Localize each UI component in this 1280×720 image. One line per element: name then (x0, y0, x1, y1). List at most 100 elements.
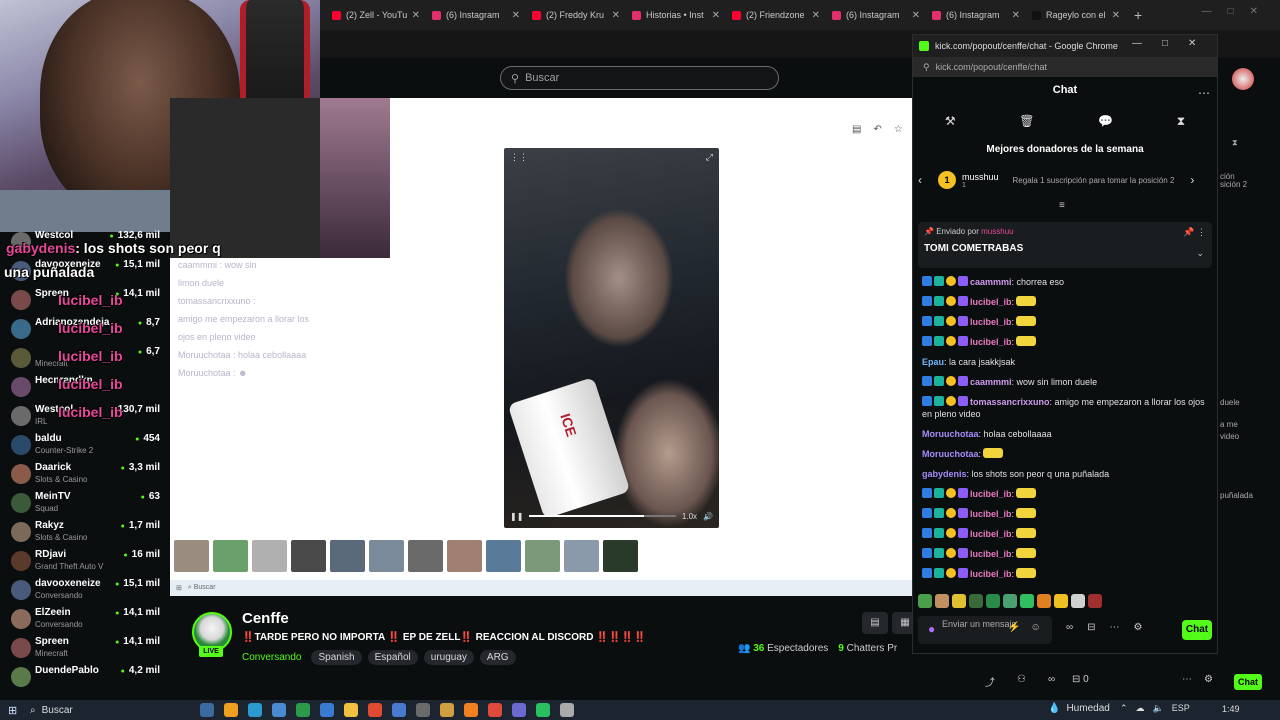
taskbar-app-icon[interactable] (560, 703, 574, 717)
taskbar-app-icon[interactable] (440, 703, 454, 717)
tag-chip[interactable]: Spanish (311, 650, 362, 665)
tab-close-icon[interactable]: ✕ (1112, 10, 1120, 21)
taskbar-app-icon[interactable] (248, 703, 262, 717)
language-indicator[interactable]: ESP (1172, 703, 1190, 714)
chat-username[interactable]: lucibel_ib (970, 297, 1012, 307)
tab-close-icon[interactable]: ✕ (512, 10, 520, 21)
chevron-down-icon[interactable]: ⌄ (1196, 248, 1204, 259)
chat-message[interactable]: Moruuchotaa: holaa cebollaaaa (922, 428, 1210, 440)
chevron-left-icon[interactable]: ‹ (918, 173, 932, 187)
chat-message[interactable]: lucibel_ib: (922, 508, 1210, 520)
sidebar-channel[interactable]: DuendePablo 4,2 mil (0, 665, 170, 694)
taskbar-app-icon[interactable] (344, 703, 358, 717)
taskbar-app-icon[interactable] (464, 703, 478, 717)
chat-username[interactable]: Epau (922, 357, 944, 367)
taskbar-clock[interactable]: 1:49 (1222, 704, 1240, 714)
tab-close-icon[interactable]: ✕ (412, 10, 420, 21)
chat-username[interactable]: gabydenis (922, 469, 967, 479)
chat-message[interactable]: gabydenis: los shots son peor q una puña… (922, 468, 1210, 480)
sidebar-channel[interactable]: baldu Counter-Strike 2 454 (0, 433, 170, 462)
sidebar-channel[interactable]: MeinTV Squad 63 (0, 491, 170, 520)
hourglass-icon[interactable]: ⧗ (1177, 114, 1185, 129)
settings-icon[interactable]: ⚙ (1134, 622, 1143, 633)
info-icon[interactable]: ▤ (852, 124, 861, 135)
sidebar-channel[interactable]: ElZeein Conversando 14,1 mil (0, 607, 170, 636)
chat-message[interactable]: lucibel_ib: (922, 316, 1210, 328)
star-icon[interactable]: ☆ (894, 124, 903, 135)
page-chat-button[interactable]: Chat (1234, 674, 1262, 690)
browser-tab[interactable]: (2) Freddy Kru ✕ (526, 3, 626, 27)
tab-close-icon[interactable]: ✕ (712, 10, 720, 21)
taskbar-app-icon[interactable] (392, 703, 406, 717)
new-tab-icon[interactable]: + (1134, 7, 1142, 23)
volume-icon[interactable]: 🔊 (703, 512, 713, 521)
chat-message[interactable]: lucibel_ib: (922, 296, 1210, 308)
user-avatar[interactable] (1232, 68, 1254, 90)
close-icon[interactable]: ✕ (1188, 38, 1196, 49)
emote-icon[interactable] (1003, 594, 1017, 608)
taskbar-app-icon[interactable] (488, 703, 502, 717)
speed-label[interactable]: 1.0x (682, 512, 697, 521)
taskbar-search[interactable]: ⌕ Buscar (30, 702, 194, 718)
sidebar-channel[interactable]: RDjavi Grand Theft Auto V 16 mil (0, 549, 170, 578)
chat-message[interactable]: caammmi: wow sin limon duele (922, 376, 1210, 388)
chat-username[interactable]: lucibel_ib (970, 489, 1012, 499)
settings-icon[interactable]: ⚙ (1204, 674, 1213, 685)
emote-icon[interactable] (952, 594, 966, 608)
emote-icon[interactable] (1088, 594, 1102, 608)
video-player[interactable]: ⋮⋮ ⤢ ICE ❚❚ 1.0x 🔊 (504, 148, 719, 528)
chat-send-button[interactable]: Chat (1182, 620, 1212, 640)
emote-icon[interactable] (969, 594, 983, 608)
category-link[interactable]: Conversando (242, 652, 301, 663)
taskbar-app-icon[interactable] (272, 703, 286, 717)
tab-close-icon[interactable]: ✕ (1012, 10, 1020, 21)
browser-tab[interactable]: Rageylo con el ✕ (1026, 3, 1126, 27)
popout-url-bar[interactable]: ⚲ kick.com/popout/cenffe/chat (913, 57, 1217, 77)
image-thumbnail[interactable] (525, 540, 560, 572)
image-thumbnail[interactable] (486, 540, 521, 572)
progress-bar[interactable] (529, 515, 676, 517)
chat-message[interactable]: lucibel_ib: (922, 548, 1210, 560)
taskbar-app-icon[interactable] (224, 703, 238, 717)
chat-username[interactable]: lucibel_ib (970, 509, 1012, 519)
share-icon[interactable]: ⤴ (985, 674, 995, 689)
image-thumbnail[interactable] (213, 540, 248, 572)
image-thumbnail[interactable] (408, 540, 443, 572)
chat-username[interactable]: lucibel_ib (970, 529, 1012, 539)
image-thumbnail[interactable] (330, 540, 365, 572)
gift-icon[interactable]: ⊟ (1087, 622, 1095, 633)
chat-message[interactable]: Moruuchotaa: (922, 448, 1210, 460)
chat-message[interactable]: Epau: la cara jsakkjsak (922, 356, 1210, 368)
tag-chip[interactable]: Español (367, 650, 418, 665)
chat-icon[interactable]: ⋯ (1110, 622, 1120, 633)
chat-message[interactable]: tomassancrixxuno: amigo me empezaron a l… (922, 396, 1210, 420)
image-thumbnail[interactable] (369, 540, 404, 572)
image-thumbnail[interactable] (564, 540, 599, 572)
donor-name[interactable]: musshuu (962, 172, 999, 182)
window-controls[interactable]: —□✕ (1202, 6, 1274, 17)
pinned-user[interactable]: musshuu (981, 227, 1013, 236)
chat-username[interactable]: Moruuchotaa (922, 429, 979, 439)
expand-icon[interactable]: ⤢ (706, 152, 713, 163)
emoji-icon[interactable]: ☺ (1030, 622, 1040, 633)
taskbar-app-icon[interactable] (200, 703, 214, 717)
sidebar-channel[interactable]: Rakyz Slots & Casino 1,7 mil (0, 520, 170, 549)
infinity-icon[interactable]: ∞ (1048, 674, 1055, 689)
taskbar-app-icon[interactable] (368, 703, 382, 717)
infinity-icon[interactable]: ∞ (1066, 622, 1073, 633)
image-thumbnail[interactable] (174, 540, 209, 572)
browser-tab[interactable]: (2) Zell - YouTu ✕ (326, 3, 426, 27)
chat-message[interactable]: lucibel_ib: (922, 336, 1210, 348)
taskbar-app-icon[interactable] (512, 703, 526, 717)
chat-username[interactable]: lucibel_ib (970, 549, 1012, 559)
more-icon[interactable]: ⋯ (1198, 86, 1210, 100)
sub-icon[interactable]: ● (928, 622, 935, 636)
tab-close-icon[interactable]: ✕ (812, 10, 820, 21)
maximize-icon[interactable]: □ (1162, 38, 1168, 49)
browser-tab[interactable]: (6) Instagram ✕ (926, 3, 1026, 27)
taskbar-app-icon[interactable] (536, 703, 550, 717)
chat-username[interactable]: tomassancrixxuno (970, 397, 1050, 407)
taskbar-weather[interactable]: 💧 Humedad (1048, 703, 1110, 714)
search-input[interactable]: ⚲ Buscar (500, 66, 779, 90)
browser-tab[interactable]: (2) Friendzone ✕ (726, 3, 826, 27)
